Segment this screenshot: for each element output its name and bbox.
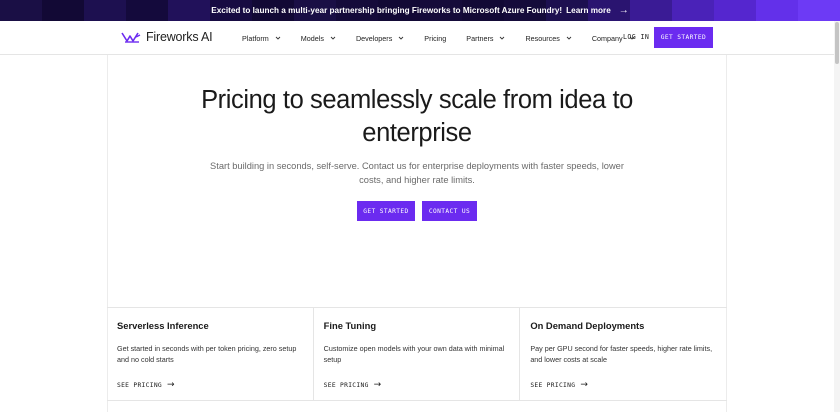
- brand-name: Fireworks AI: [146, 30, 213, 44]
- chevron-down-icon: [330, 36, 336, 40]
- nav-get-started-button[interactable]: GET STARTED: [654, 27, 713, 48]
- card-description: Customize open models with your own data…: [323, 344, 505, 364]
- hero-contact-us-button[interactable]: CONTACT US: [422, 201, 477, 221]
- chevron-down-icon: [566, 36, 572, 40]
- card-serverless-inference: Serverless Inference Get started in seco…: [107, 308, 314, 401]
- nav-item-pricing[interactable]: Pricing: [424, 34, 446, 43]
- see-pricing-link[interactable]: SEE PRICING →: [324, 380, 382, 390]
- top-navigation: Fireworks AI Platform Models Developers …: [0, 21, 840, 55]
- hero-subtitle: Start building in seconds, self-serve. C…: [210, 161, 624, 185]
- arrow-right-icon[interactable]: →: [619, 5, 629, 16]
- brand-logo[interactable]: Fireworks AI: [121, 30, 213, 44]
- chevron-down-icon: [275, 36, 281, 40]
- card-description: Pay per GPU second for faster speeds, hi…: [530, 344, 713, 364]
- fireworks-logo-icon: [121, 32, 141, 43]
- banner-text: Excited to launch a multi-year partnersh…: [211, 6, 563, 15]
- card-title: On Demand Deployments: [530, 320, 645, 331]
- main-menu: Platform Models Developers Pricing Partn…: [242, 21, 655, 55]
- pricing-cards: Serverless Inference Get started in seco…: [107, 307, 727, 401]
- card-on-demand-deployments: On Demand Deployments Pay per GPU second…: [520, 308, 727, 401]
- login-link[interactable]: LOG IN: [623, 33, 649, 41]
- hero-title: Pricing to seamlessly scale from idea to…: [201, 86, 633, 147]
- nav-item-developers[interactable]: Developers: [356, 34, 404, 43]
- announcement-banner[interactable]: Excited to launch a multi-year partnersh…: [0, 0, 840, 21]
- banner-learn-more-link[interactable]: Learn more: [566, 6, 611, 15]
- scrollbar-track[interactable]: [834, 21, 840, 412]
- nav-item-resources[interactable]: Resources: [525, 34, 572, 43]
- see-pricing-link[interactable]: SEE PRICING →: [117, 380, 175, 390]
- hero-get-started-button[interactable]: GET STARTED: [357, 201, 415, 221]
- scrollbar-thumb[interactable]: [835, 22, 839, 64]
- card-fine-tuning: Fine Tuning Customize open models with y…: [314, 308, 521, 401]
- see-pricing-link[interactable]: SEE PRICING →: [530, 380, 588, 390]
- arrow-right-icon: →: [373, 380, 382, 390]
- nav-item-partners[interactable]: Partners: [466, 34, 505, 43]
- card-title: Serverless Inference: [117, 320, 209, 331]
- chevron-down-icon: [500, 36, 505, 40]
- chevron-down-icon: [398, 36, 404, 40]
- card-title: Fine Tuning: [323, 320, 377, 331]
- nav-item-models[interactable]: Models: [301, 34, 336, 43]
- arrow-right-icon: →: [580, 380, 589, 390]
- arrow-right-icon: →: [167, 380, 175, 390]
- nav-item-platform[interactable]: Platform: [242, 34, 281, 43]
- card-description: Get started in seconds with per token pr…: [117, 344, 297, 364]
